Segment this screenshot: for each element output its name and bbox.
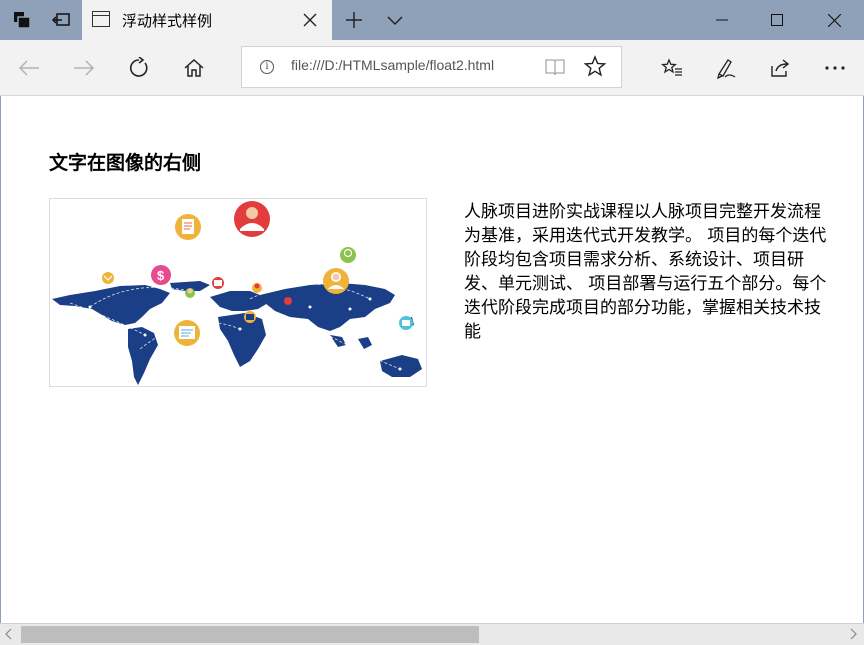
tab-preview-chevron-down-icon[interactable] [383, 8, 407, 32]
forward-arrow-icon[interactable] [69, 53, 99, 83]
page-viewport: 文字在图像的右侧 $ 人脉项目进阶实战课程以人脉项目完整开发流程为基准，采用迭代… [0, 96, 864, 623]
svg-text:$: $ [157, 268, 165, 283]
page-heading: 文字在图像的右侧 [49, 152, 202, 174]
body-paragraph: 人脉项目进阶实战课程以人脉项目完整开发流程为基准，采用迭代式开发教学。 项目的每… [464, 202, 827, 342]
maximize-icon[interactable] [752, 0, 802, 40]
reading-view-icon[interactable] [544, 57, 566, 77]
title-bar: 浮动样式样例 [0, 0, 864, 40]
scroll-left-chevron-icon[interactable] [4, 628, 16, 640]
back-arrow-icon[interactable] [14, 53, 44, 83]
more-options-icon[interactable] [820, 53, 850, 83]
minimize-icon[interactable] [697, 0, 747, 40]
refresh-icon[interactable] [124, 53, 154, 83]
set-tabs-aside-icon[interactable] [49, 8, 73, 32]
site-info-icon[interactable]: i [260, 60, 274, 74]
web-note-pen-icon[interactable] [711, 53, 741, 83]
horizontal-scrollbar[interactable] [0, 623, 864, 645]
url-text[interactable]: file:///D:/HTMLsample/float2.html [291, 57, 494, 73]
scrollbar-thumb[interactable] [21, 626, 479, 643]
close-tab-icon[interactable] [298, 8, 322, 32]
tab-active[interactable]: 浮动样式样例 [82, 0, 332, 40]
home-icon[interactable] [179, 53, 209, 83]
tab-actions-icon[interactable] [10, 8, 34, 32]
share-icon[interactable] [765, 53, 795, 83]
browser-toolbar: i file:///D:/HTMLsample/float2.html [0, 40, 864, 96]
world-map-image: $ [49, 198, 427, 387]
favorites-hub-icon[interactable] [657, 53, 687, 83]
page-icon [92, 11, 110, 27]
close-window-icon[interactable] [809, 0, 859, 40]
new-tab-icon[interactable] [342, 8, 366, 32]
tab-title: 浮动样式样例 [122, 12, 213, 30]
address-bar[interactable]: i file:///D:/HTMLsample/float2.html [241, 46, 622, 88]
scroll-right-chevron-icon[interactable] [848, 628, 860, 640]
favorite-star-icon[interactable] [583, 55, 608, 79]
